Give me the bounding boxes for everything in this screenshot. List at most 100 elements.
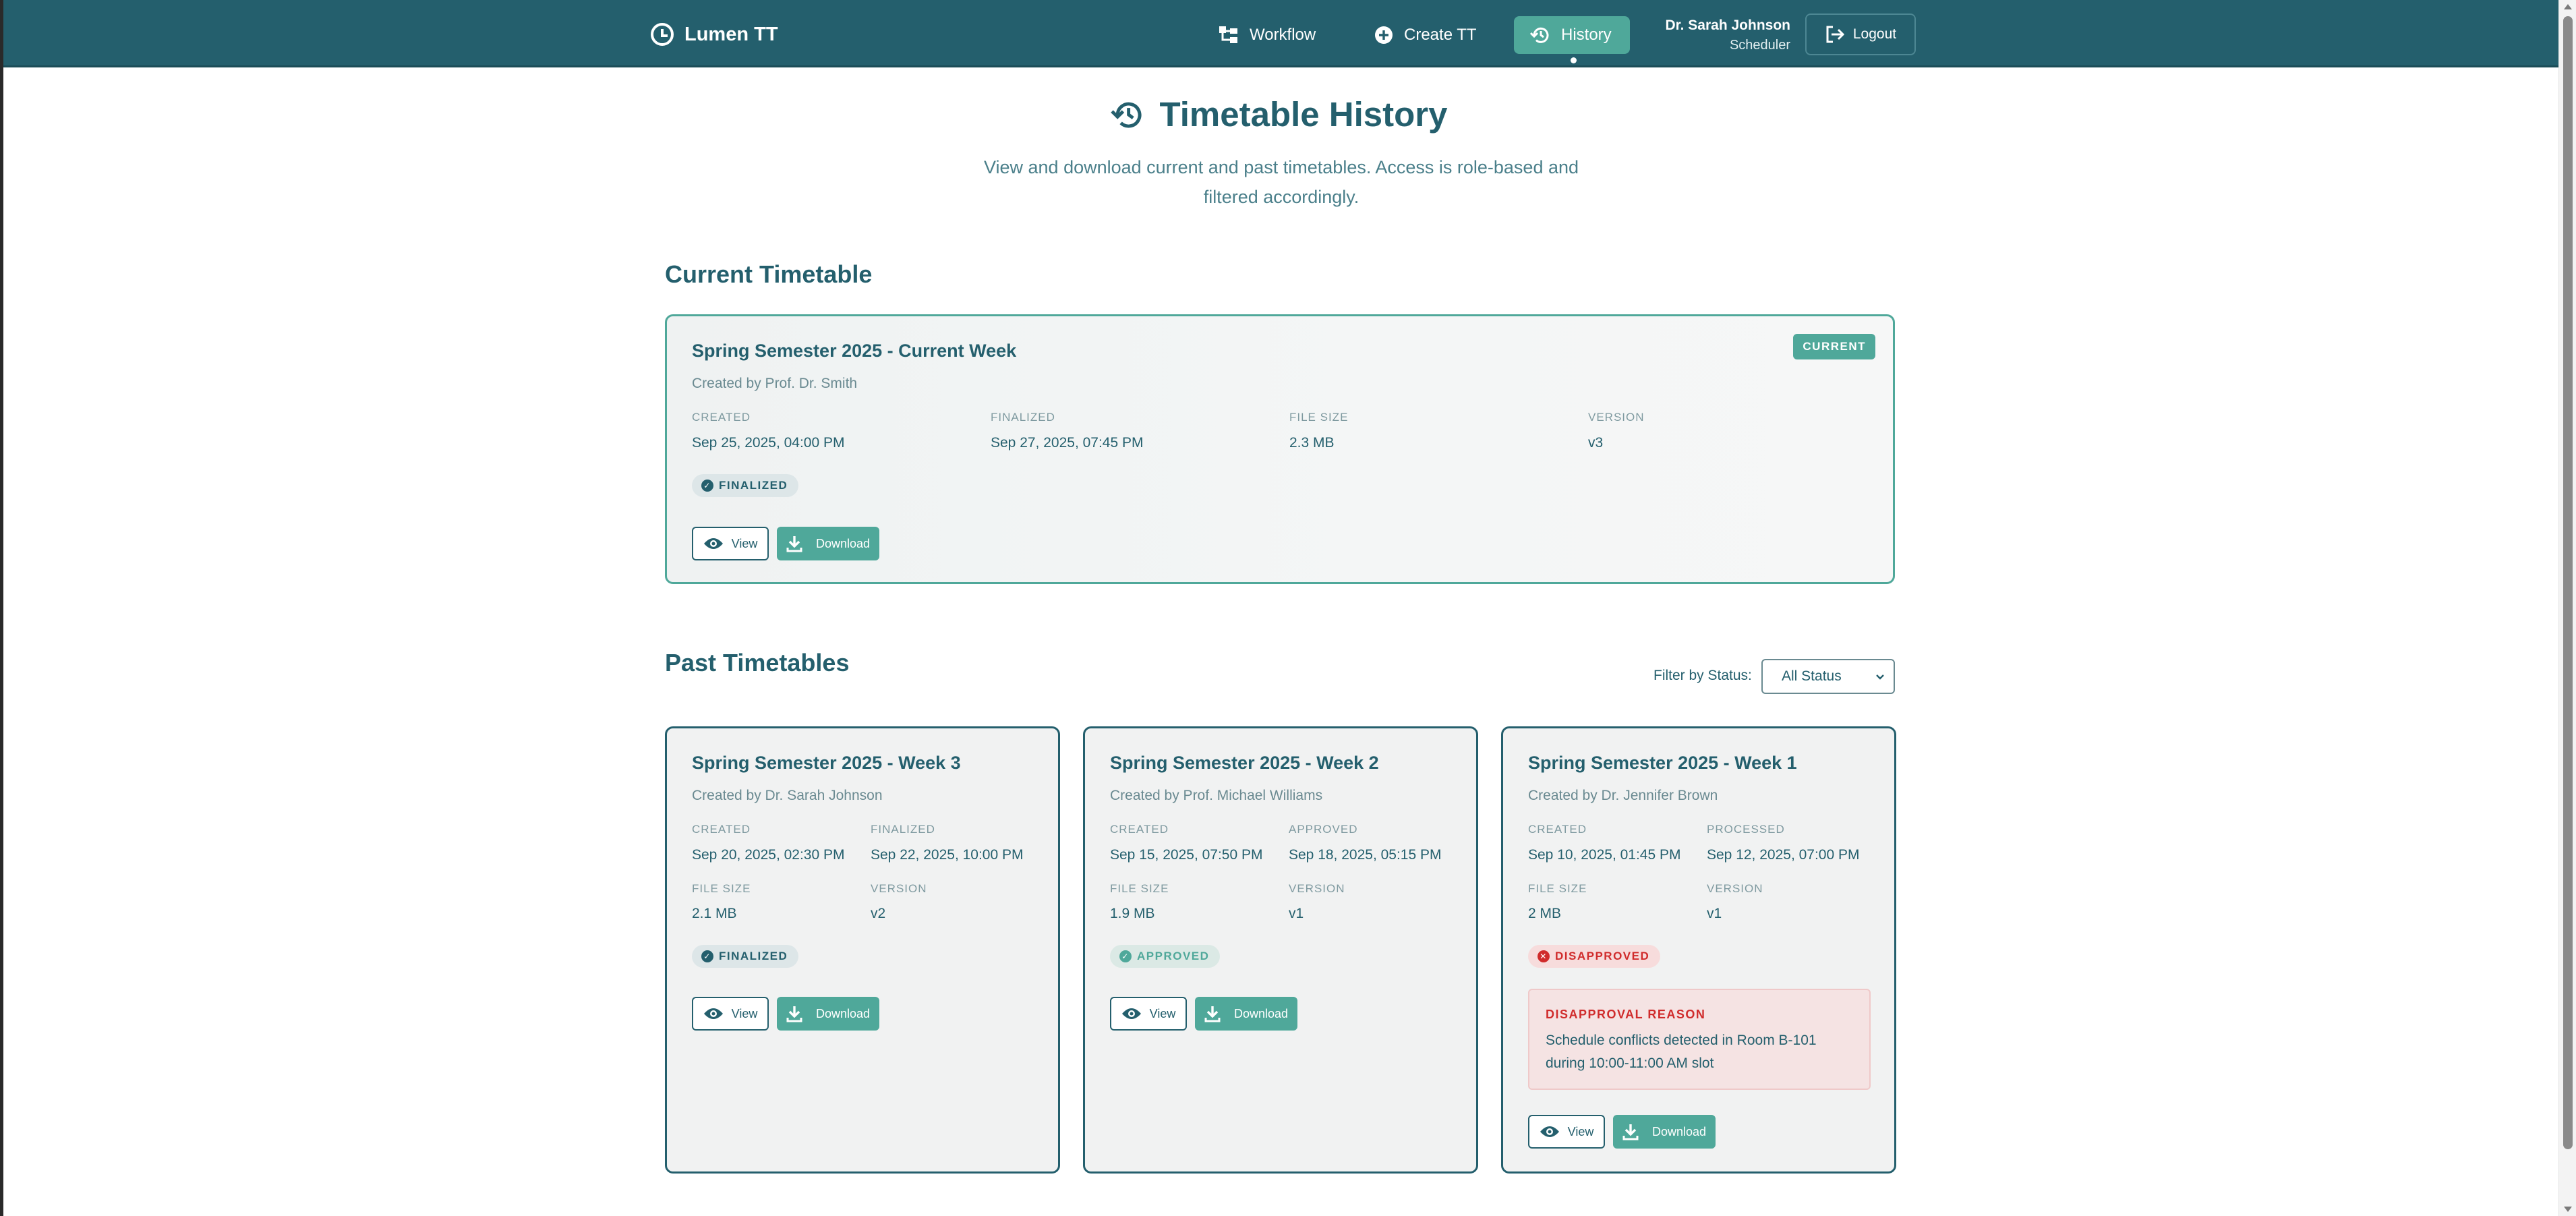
logout-label: Logout — [1852, 26, 1897, 42]
meta-label: VERSION — [871, 882, 927, 895]
scroll-up-arrow-icon[interactable] — [2564, 4, 2572, 9]
status-filter-select[interactable]: All Status — [1761, 659, 1895, 694]
meta-label: CREATED — [692, 411, 751, 424]
check-icon: ✓ — [701, 480, 713, 492]
eye-icon — [703, 537, 724, 550]
nav-create-tt[interactable]: Create TT — [1358, 16, 1493, 54]
meta-value: 2.1 MB — [692, 906, 737, 921]
user-role: Scheduler — [1729, 38, 1790, 53]
meta-value: Sep 25, 2025, 04:00 PM — [692, 435, 845, 451]
current-tag: CURRENT — [1793, 334, 1875, 359]
meta-value: Sep 12, 2025, 07:00 PM — [1707, 847, 1860, 863]
workflow-icon — [1219, 26, 1239, 45]
reason-text: Schedule conflicts detected in Room B-10… — [1546, 1033, 1817, 1071]
current-timetable-card: CURRENT Spring Semester 2025 - Current W… — [665, 314, 1895, 584]
history-icon — [1111, 99, 1144, 130]
download-button[interactable]: Download — [1195, 997, 1297, 1031]
plus-circle-icon — [1374, 26, 1393, 45]
window-edge — [0, 0, 3, 1216]
brand-name: Lumen TT — [684, 23, 778, 45]
filter-value: All Status — [1782, 668, 1842, 684]
user-info: Dr. Sarah Johnson Scheduler — [1649, 16, 1790, 55]
meta-label: VERSION — [1707, 882, 1763, 895]
download-label: Download — [1233, 1006, 1289, 1020]
timetable-card: Spring Semester 2025 - Week 3 Created by… — [665, 726, 1060, 1174]
logout-button[interactable]: Logout — [1805, 13, 1916, 55]
view-button[interactable]: View — [692, 997, 769, 1031]
meta-value: v1 — [1707, 906, 1722, 921]
download-label: Download — [815, 1006, 871, 1020]
status-label: APPROVED — [1137, 950, 1210, 962]
card-creator: Created by Prof. Michael Williams — [1110, 788, 1323, 803]
nav-create-label: Create TT — [1404, 26, 1477, 44]
download-button[interactable]: Download — [777, 997, 879, 1031]
eye-icon — [1121, 1007, 1142, 1020]
meta-label: FILE SIZE — [1289, 411, 1349, 424]
meta-value: Sep 27, 2025, 07:45 PM — [991, 435, 1144, 451]
download-icon — [1622, 1123, 1639, 1140]
status-label: FINALIZED — [719, 950, 788, 962]
status-badge: ✕ DISAPPROVED — [1528, 945, 1661, 968]
top-navbar: Lumen TT Workflow Create TT History Dr. … — [3, 0, 2558, 67]
eye-icon — [703, 1007, 724, 1020]
meta-value: 1.9 MB — [1110, 906, 1155, 921]
meta-value: Sep 15, 2025, 07:50 PM — [1110, 847, 1263, 863]
download-label: Download — [1651, 1124, 1707, 1138]
status-badge: ✓ FINALIZED — [692, 474, 799, 497]
meta-label: VERSION — [1588, 411, 1645, 424]
status-badge: ✓ APPROVED — [1110, 945, 1221, 968]
card-title: Spring Semester 2025 - Week 3 — [692, 753, 961, 773]
eye-icon — [1540, 1125, 1560, 1138]
download-label: Download — [815, 536, 871, 550]
vertical-scrollbar[interactable] — [2558, 0, 2576, 1216]
meta-value: 2 MB — [1528, 906, 1562, 921]
view-button[interactable]: View — [1110, 997, 1187, 1031]
meta-value: v2 — [871, 906, 886, 921]
nav-workflow[interactable]: Workflow — [1202, 16, 1332, 54]
meta-label: FILE SIZE — [1528, 882, 1587, 895]
view-label: View — [1149, 1006, 1176, 1020]
meta-value: v1 — [1289, 906, 1304, 921]
timetable-card: Spring Semester 2025 - Week 1 Created by… — [1501, 726, 1896, 1174]
active-indicator — [1571, 57, 1577, 63]
reason-title: DISAPPROVAL REASON — [1546, 1008, 1706, 1021]
download-icon — [1204, 1005, 1221, 1022]
brand-logo[interactable]: Lumen TT — [651, 20, 778, 49]
card-title: Spring Semester 2025 - Current Week — [692, 341, 1017, 361]
disapproval-reason-box: DISAPPROVAL REASON Schedule conflicts de… — [1528, 989, 1871, 1090]
meta-label: VERSION — [1289, 882, 1345, 895]
nav-workflow-label: Workflow — [1250, 26, 1316, 44]
page-title: Timetable History — [0, 94, 2558, 134]
download-button[interactable]: Download — [1613, 1115, 1716, 1149]
scroll-thumb[interactable] — [2563, 16, 2573, 1149]
scroll-down-arrow-icon[interactable] — [2564, 1207, 2572, 1212]
download-button[interactable]: Download — [777, 527, 879, 560]
card-creator: Created by Dr. Jennifer Brown — [1528, 788, 1718, 803]
nav-history-label: History — [1561, 26, 1612, 44]
meta-value: Sep 18, 2025, 05:15 PM — [1289, 847, 1442, 863]
clock-icon — [651, 23, 674, 46]
view-button[interactable]: View — [1528, 1115, 1605, 1149]
view-label: View — [731, 1006, 758, 1020]
past-section-title: Past Timetables — [665, 649, 850, 676]
meta-value: Sep 10, 2025, 01:45 PM — [1528, 847, 1681, 863]
status-label: FINALIZED — [719, 479, 788, 492]
download-icon — [786, 1005, 802, 1022]
page-title-text: Timetable History — [1159, 95, 1448, 134]
card-creator: Created by Prof. Dr. Smith — [692, 376, 858, 391]
meta-value: 2.3 MB — [1289, 435, 1335, 451]
user-name: Dr. Sarah Johnson — [1665, 18, 1790, 33]
meta-label: CREATED — [692, 823, 751, 836]
history-icon — [1530, 26, 1550, 45]
card-creator: Created by Dr. Sarah Johnson — [692, 788, 883, 803]
status-badge: ✓ FINALIZED — [692, 945, 799, 968]
view-button[interactable]: View — [692, 527, 769, 560]
view-label: View — [1567, 1124, 1594, 1138]
check-icon: ✓ — [701, 950, 713, 962]
page-subtitle: View and download current and past timet… — [983, 157, 1579, 207]
nav-history[interactable]: History — [1514, 16, 1630, 54]
meta-value: Sep 20, 2025, 02:30 PM — [692, 847, 845, 863]
meta-label: FILE SIZE — [1110, 882, 1169, 895]
meta-label: FILE SIZE — [692, 882, 751, 895]
timetable-card: Spring Semester 2025 - Week 2 Created by… — [1083, 726, 1478, 1174]
